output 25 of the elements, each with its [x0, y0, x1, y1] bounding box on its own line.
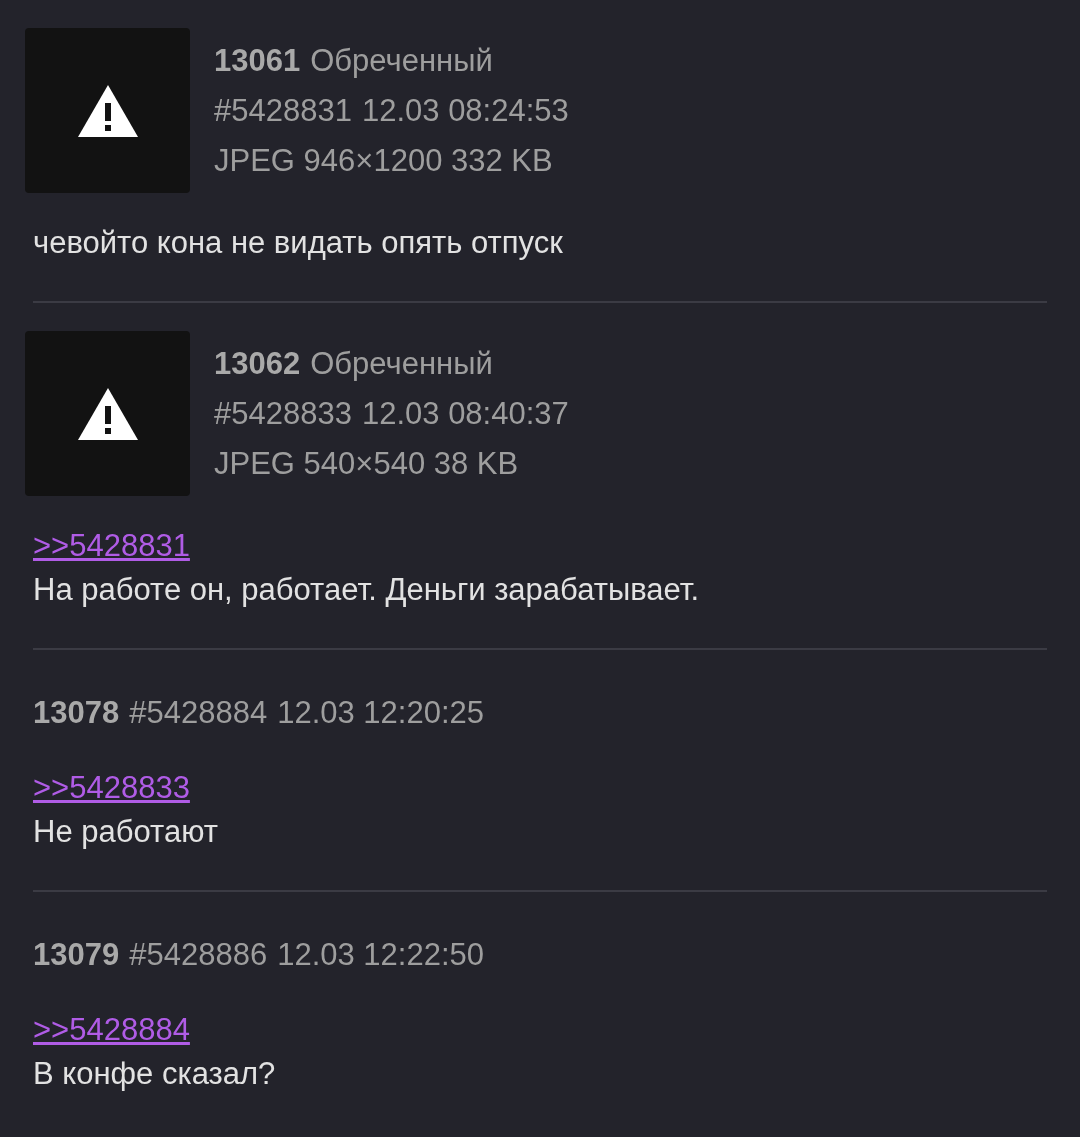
post-text: Не работают: [33, 813, 218, 851]
file-info: JPEG 946×1200 332 KB: [214, 142, 553, 178]
post-date: 12.03 12:20:25: [277, 695, 484, 730]
post-text: На работе он, работает. Деньги зарабатывает.: [33, 571, 700, 609]
post-number: 13079: [33, 937, 120, 972]
post-number: 13061: [214, 42, 301, 78]
file-info: JPEG 540×540 38 KB: [214, 445, 519, 481]
post-id[interactable]: #5428886: [129, 937, 268, 972]
post-id[interactable]: #5428884: [129, 695, 268, 730]
poster-name: Обреченный: [310, 345, 493, 381]
poster-name: Обреченный: [310, 42, 493, 78]
reply-link[interactable]: >>5428831: [33, 524, 190, 568]
reply-link[interactable]: >>5428833: [33, 766, 190, 810]
post-text: чевойто кона не видать опять отпуск: [33, 224, 563, 262]
post-date: 12.03 12:22:50: [277, 937, 484, 972]
thumbnail[interactable]: [25, 28, 190, 193]
post-number: 13062: [214, 345, 301, 381]
post-id[interactable]: #5428833: [214, 395, 352, 431]
post-id[interactable]: #5428831: [214, 92, 352, 128]
post-date: 12.03 08:24:53: [361, 92, 569, 128]
thumbnail[interactable]: [25, 331, 190, 496]
post-text: В конфе сказал?: [33, 1055, 276, 1093]
post-date: 12.03 08:40:37: [361, 395, 569, 431]
reply-link[interactable]: >>5428884: [33, 1008, 190, 1052]
post-number: 13078: [33, 695, 120, 730]
